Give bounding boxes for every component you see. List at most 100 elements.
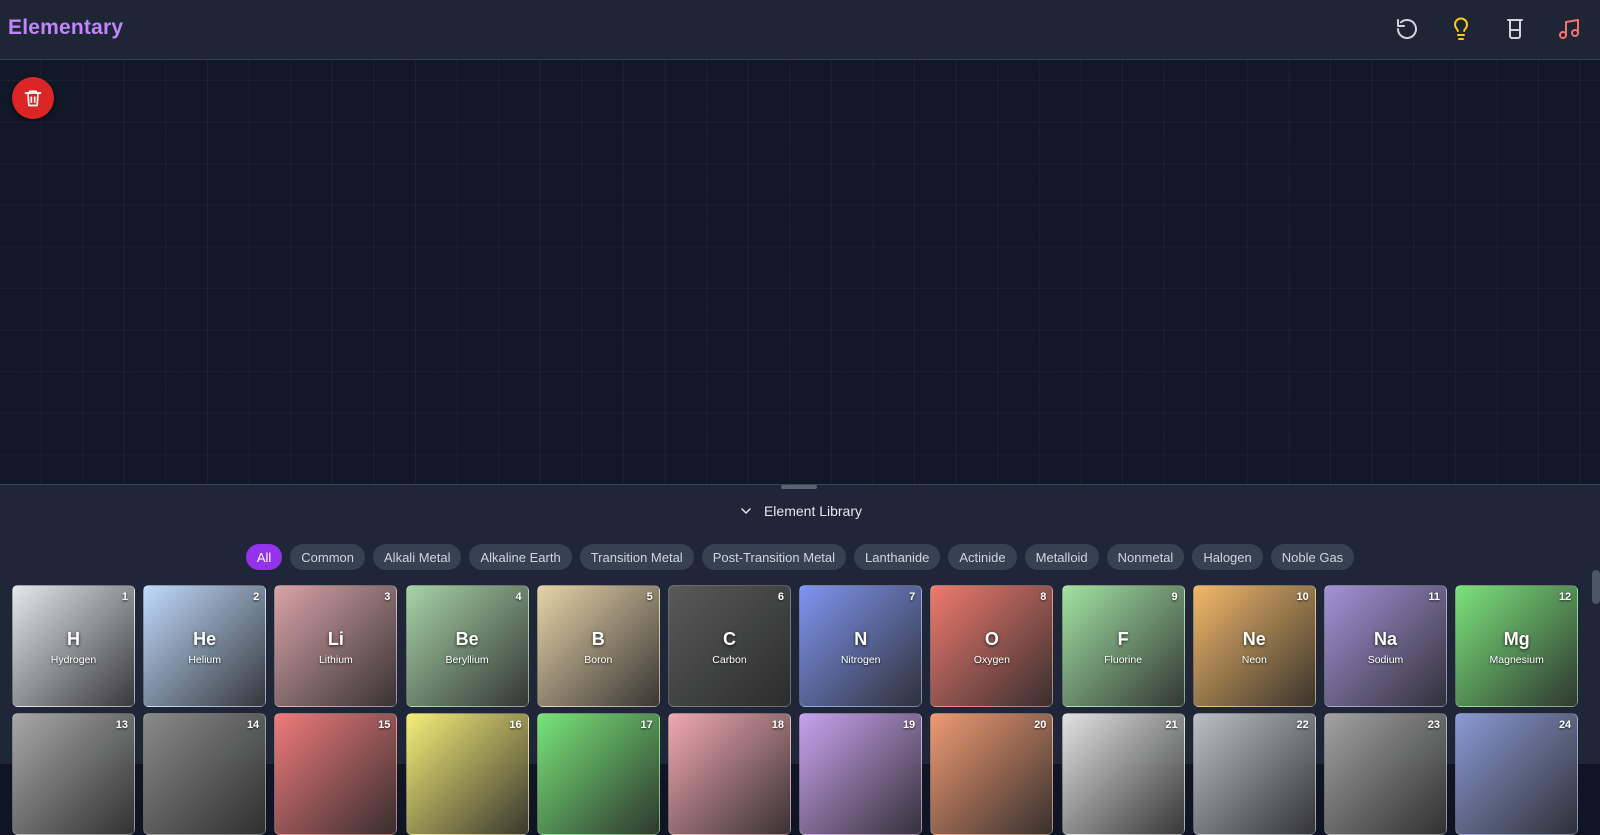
atomic-number: 19: [902, 719, 916, 731]
element-tile[interactable]: 19: [799, 713, 923, 835]
element-tile[interactable]: 24: [1455, 713, 1579, 835]
element-tile[interactable]: 1 H Hydrogen: [12, 585, 135, 707]
element-symbol: H: [67, 629, 80, 649]
filter-chip[interactable]: Post-Transition Metal: [701, 544, 847, 570]
element-name: Magnesium: [1489, 654, 1544, 666]
scrollbar[interactable]: [1592, 570, 1600, 604]
element-tile[interactable]: 14: [143, 713, 267, 835]
atomic-number: 6: [777, 591, 784, 603]
beaker-icon[interactable]: [1501, 15, 1529, 43]
filter-chip[interactable]: Metalloid: [1024, 544, 1099, 570]
atomic-number: 3: [384, 591, 391, 603]
element-tile[interactable]: 2 He Helium: [143, 585, 267, 707]
atomic-number: 11: [1428, 591, 1440, 603]
atomic-number: 13: [115, 719, 128, 731]
element-symbol: O: [984, 629, 999, 649]
atomic-number: 9: [1171, 591, 1178, 603]
element-name: Lithium: [318, 654, 353, 666]
element-symbol: He: [193, 629, 217, 649]
element-symbol: F: [1117, 629, 1129, 649]
element-tile[interactable]: 9 F Fluorine: [1061, 585, 1185, 707]
chevron-down-icon: [741, 508, 751, 514]
element-symbol: C: [723, 629, 736, 649]
element-tile[interactable]: 11 Na Sodium: [1324, 585, 1447, 707]
element-tile[interactable]: 15: [274, 713, 398, 835]
element-name: Oxygen: [973, 654, 1010, 666]
element-tile[interactable]: 5 B Boron: [536, 585, 660, 707]
atomic-number: 7: [909, 591, 916, 603]
atomic-number: 23: [1427, 719, 1440, 731]
element-name: Fluorine: [1104, 654, 1143, 666]
element-tile[interactable]: 10 Ne Neon: [1192, 585, 1316, 707]
filter-chip[interactable]: Alkali Metal: [373, 544, 462, 570]
element-name: Hydrogen: [50, 654, 97, 666]
atomic-number: 8: [1040, 591, 1047, 603]
atomic-number: 21: [1165, 719, 1178, 731]
element-tile[interactable]: 4 Be Beryllium: [405, 585, 529, 707]
element-name: Carbon: [712, 654, 747, 666]
filter-chip[interactable]: Common: [290, 544, 366, 570]
atomic-number: 10: [1296, 591, 1309, 603]
lightbulb-icon[interactable]: [1447, 15, 1475, 43]
atomic-number: 2: [253, 591, 260, 603]
element-tile[interactable]: 3 Li Lithium: [274, 585, 398, 707]
element-tile[interactable]: 6 C Carbon: [668, 585, 791, 707]
trash-button[interactable]: [12, 77, 54, 119]
filter-chip[interactable]: Transition Metal: [579, 544, 694, 570]
atomic-number: 22: [1296, 719, 1309, 731]
filter-chip[interactable]: Lanthanide: [854, 544, 941, 570]
element-symbol: N: [854, 629, 868, 649]
reset-icon[interactable]: [1393, 15, 1421, 43]
element-name: Neon: [1241, 654, 1267, 666]
element-name: Sodium: [1367, 654, 1404, 666]
category-filters: All Common Alkali Metal Alkaline Earth Trans…: [0, 544, 1600, 570]
element-tile[interactable]: 8 O Oxygen: [930, 585, 1054, 707]
atomic-number: 16: [509, 719, 522, 731]
element-symbol: B: [591, 629, 605, 649]
element-symbol: Be: [455, 629, 479, 649]
atomic-number: 12: [1558, 591, 1572, 603]
element-name: Beryllium: [445, 654, 489, 666]
element-symbol: Ne: [1242, 629, 1266, 649]
element-tile[interactable]: 13: [12, 713, 135, 835]
atomic-number: 20: [1034, 719, 1047, 731]
element-name: Helium: [188, 654, 222, 666]
element-tile[interactable]: 12 Mg Magnesium: [1455, 585, 1579, 707]
filter-chip[interactable]: Alkaline Earth: [469, 544, 572, 570]
atomic-number: 14: [246, 719, 260, 731]
element-symbol: Na: [1373, 629, 1397, 649]
atomic-number: 4: [515, 591, 522, 603]
library-toggle[interactable]: Element Library: [0, 499, 1600, 523]
filter-chip[interactable]: Noble Gas: [1270, 544, 1355, 570]
top-bar: Elementary: [0, 0, 1600, 60]
atomic-number: 24: [1558, 719, 1572, 731]
atomic-number: 15: [378, 719, 391, 731]
element-tile[interactable]: 20: [930, 713, 1054, 835]
element-symbol: Li: [327, 629, 344, 649]
atomic-number: 5: [646, 591, 653, 603]
element-tile[interactable]: 18: [668, 713, 791, 835]
resize-handle[interactable]: [781, 485, 817, 489]
filter-chip[interactable]: Actinide: [948, 544, 1017, 570]
filter-chip[interactable]: All: [245, 544, 283, 570]
atomic-number: 1: [121, 591, 128, 603]
element-tile[interactable]: 7 N Nitrogen: [799, 585, 923, 707]
library-title: Element Library: [763, 503, 863, 519]
filter-chip[interactable]: Halogen: [1192, 544, 1263, 570]
atomic-number: 18: [771, 719, 784, 731]
element-name: Boron: [584, 654, 613, 666]
app-title: Elementary: [8, 16, 124, 39]
element-tile[interactable]: 21: [1061, 713, 1185, 835]
music-icon[interactable]: [1555, 15, 1583, 43]
trash-icon: [24, 90, 42, 107]
element-symbol: Mg: [1503, 629, 1530, 649]
element-library-panel: Element Library All Common Alkali Metal Alk…: [0, 484, 1600, 835]
element-tile[interactable]: 16: [405, 713, 529, 835]
atomic-number: 17: [640, 719, 653, 731]
element-tile[interactable]: 22: [1192, 713, 1316, 835]
workspace-canvas[interactable]: [0, 60, 1600, 484]
filter-chip[interactable]: Nonmetal: [1106, 544, 1185, 570]
element-tile[interactable]: 17: [536, 713, 660, 835]
element-name: Nitrogen: [840, 654, 881, 666]
element-tile[interactable]: 23: [1324, 713, 1447, 835]
